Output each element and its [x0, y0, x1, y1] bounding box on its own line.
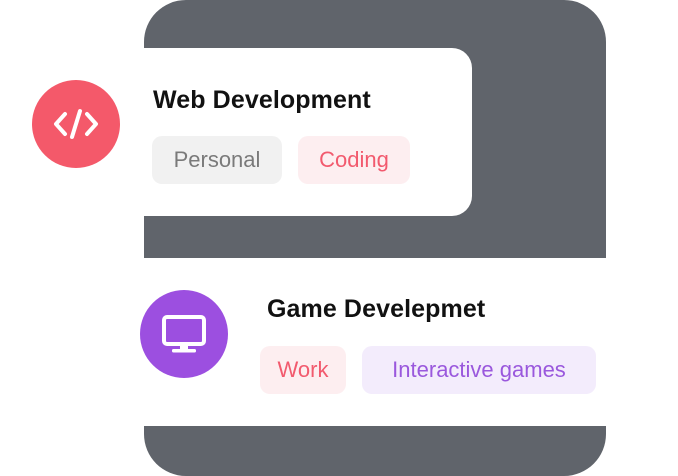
code-icon [54, 109, 98, 139]
web-development-icon-badge [32, 80, 120, 168]
tag-work[interactable]: Work [260, 346, 346, 394]
web-development-card[interactable] [120, 48, 472, 216]
game-development-icon-badge [140, 290, 228, 378]
web-development-title: Web Development [153, 86, 371, 114]
tag-coding[interactable]: Coding [298, 136, 410, 184]
monitor-icon [162, 315, 206, 353]
game-development-title: Game Develepmet [267, 295, 486, 323]
tag-interactive-games[interactable]: Interactive games [362, 346, 596, 394]
tag-personal[interactable]: Personal [152, 136, 282, 184]
